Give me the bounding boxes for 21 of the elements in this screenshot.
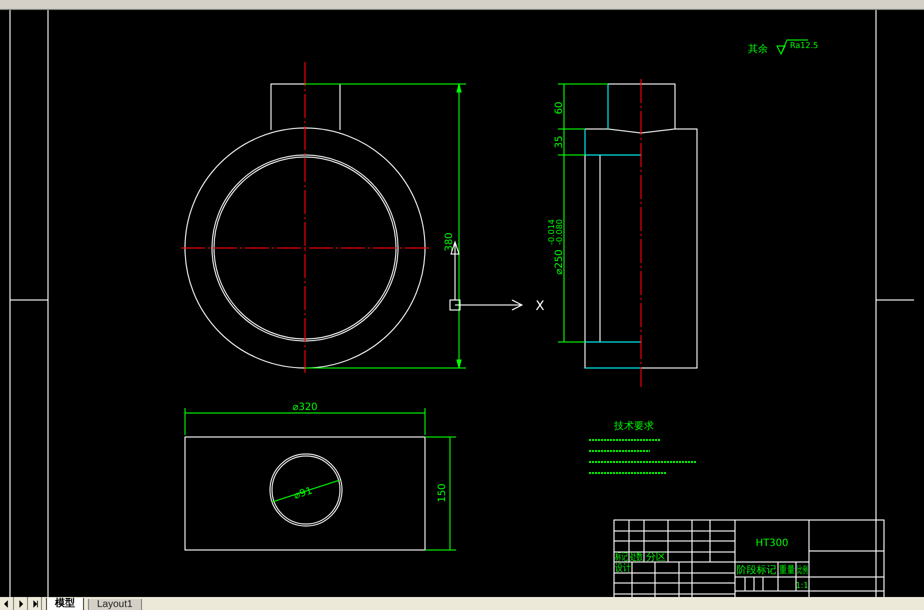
tolerance-text: -0.014 bbox=[547, 219, 556, 245]
tolerance-text: -0.080 bbox=[555, 219, 564, 245]
dimension-text: ⌀250 bbox=[554, 249, 565, 275]
dimension-text: ⌀320 bbox=[292, 402, 318, 413]
caret-icon bbox=[30, 598, 38, 608]
table-header: 重量 bbox=[779, 565, 799, 576]
layout-tab[interactable]: Layout1 bbox=[88, 599, 142, 610]
material-text: HT300 bbox=[756, 538, 788, 549]
dimension-text: 60 bbox=[554, 102, 565, 114]
notes-heading: 技术要求 bbox=[614, 421, 654, 432]
layout-tab[interactable]: 模型 bbox=[46, 598, 84, 610]
surface-note-label: 其余 bbox=[748, 44, 768, 55]
table-header: 比例 bbox=[797, 565, 817, 576]
dimension-text: 35 bbox=[554, 136, 565, 148]
scale-text: 1:1 bbox=[796, 581, 808, 590]
roughness-value: Ra12.5 bbox=[790, 41, 818, 50]
axis-label: X bbox=[536, 299, 544, 314]
table-header: 阶段标记 bbox=[736, 565, 776, 576]
dimension-text: 150 bbox=[437, 483, 448, 503]
dimension-text: 380 bbox=[444, 232, 455, 252]
table-label: 设计 bbox=[615, 563, 635, 574]
